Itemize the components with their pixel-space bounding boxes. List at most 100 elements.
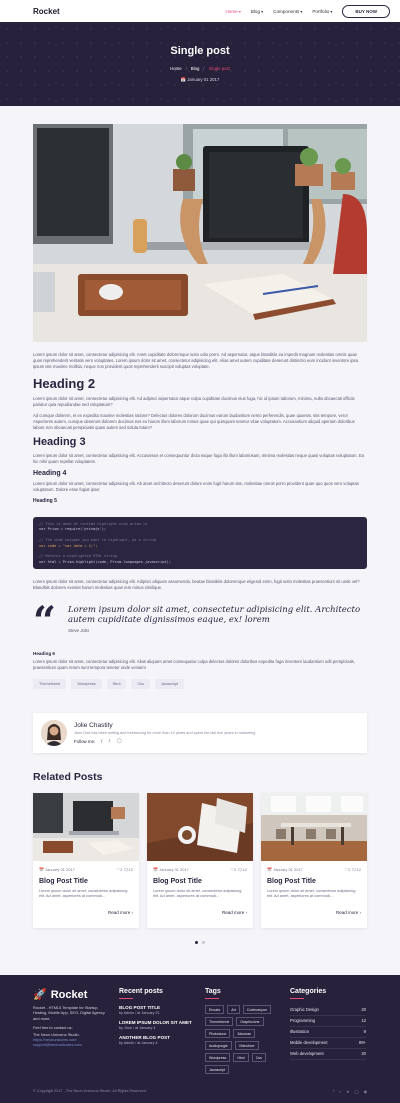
menu-components[interactable]: Components	[273, 9, 302, 14]
menu-portfolio[interactable]: Portfolio	[312, 9, 332, 14]
footer-tag[interactable]: Css	[251, 1053, 266, 1062]
footer-tag[interactable]: Audiojungle	[205, 1041, 232, 1050]
heading-6: Heading 6	[33, 651, 55, 656]
card-date: 📅 January 01 2017	[267, 867, 303, 872]
post-thumbnail[interactable]	[261, 793, 367, 861]
footer-tag[interactable]: Html	[233, 1053, 249, 1062]
footer-website-link[interactable]: https://neonunicorns.com	[33, 1037, 76, 1042]
recent-post-meta: by Admin / at January 21	[119, 1011, 160, 1015]
blockquote: “ Lorem ipsum dolor sit amet, consectetu…	[33, 602, 367, 642]
carousel-dot[interactable]	[202, 941, 205, 944]
heading-3: Heading 3	[33, 436, 86, 448]
category-item[interactable]: Graphic Design 20	[290, 1005, 366, 1016]
twitter-icon[interactable]: 𝕣	[339, 1089, 341, 1094]
read-more-link[interactable]: Read more ›	[147, 906, 253, 915]
paragraph: Lorem ipsum dolor sit amet, consectetur …	[33, 659, 355, 670]
read-more-link[interactable]: Read more ›	[33, 906, 139, 915]
recent-post[interactable]: BLOG POST TITLE by Admin / at January 21	[119, 1005, 192, 1015]
footer-bottom-bar: © Copyright 2017 - The Neon Unicorns Stu…	[33, 1089, 367, 1094]
comment-count: 12	[128, 867, 133, 872]
related-post-card[interactable]: 📅 January 01 2017 ♡2 🗨12 Blog Post Title …	[147, 793, 253, 928]
buy-now-button[interactable]: BUY NOW	[342, 4, 390, 18]
footer-tag[interactable]: Themeforest	[205, 1017, 234, 1026]
category-item[interactable]: Programming 12	[290, 1016, 366, 1027]
category-item[interactable]: Mobile development 99+	[290, 1038, 366, 1049]
recent-post-title: LOREM IPSUM DOLOR SIT AMET	[119, 1020, 192, 1025]
comment-count: 12	[242, 867, 247, 872]
calendar-icon: 📅	[39, 867, 44, 872]
footer-tag[interactable]: Javascript	[205, 1065, 230, 1074]
calendar-icon: 📅	[267, 867, 272, 872]
heading-4: Heading 4	[33, 470, 67, 477]
footer-tag[interactable]: 3docean	[233, 1029, 256, 1038]
chevron-right-icon: ›	[131, 910, 134, 915]
card-stats: ♡2 🗨12	[117, 867, 133, 872]
read-more-link[interactable]: Read more ›	[261, 906, 367, 915]
dribbble-icon[interactable]: ◉	[364, 1089, 367, 1094]
carousel-dot[interactable]	[195, 941, 198, 944]
category-name: Graphic Design	[290, 1007, 319, 1012]
footer-tag[interactable]: Videohive	[234, 1041, 259, 1050]
instagram-icon[interactable]: ◯	[117, 738, 122, 744]
footer-tag[interactable]: Art	[227, 1005, 240, 1014]
instagram-icon[interactable]: ◯	[354, 1089, 358, 1094]
footer-tag[interactable]: Envato	[205, 1005, 225, 1014]
read-more-text: Read more	[335, 910, 359, 915]
category-item[interactable]: Illustration 9	[290, 1027, 366, 1038]
recent-post-title: BLOG POST TITLE	[119, 1005, 161, 1010]
brand-logo[interactable]: Rocket	[33, 7, 60, 16]
card-title[interactable]: Blog Post Title	[261, 872, 367, 888]
recent-post[interactable]: LOREM IPSUM DOLOR SIT AMET by Jhon / at J…	[119, 1020, 192, 1030]
post-tags: Themeforest Wordpress Html Css Javascrip…	[33, 679, 367, 689]
recent-posts-heading: Recent posts	[119, 988, 163, 995]
paragraph: Ad cumque dolorem, et ex expedita maxime…	[33, 413, 355, 430]
quote-author: Steve Jobs	[68, 628, 90, 633]
category-item[interactable]: Web development 20	[290, 1049, 366, 1060]
footer-tag[interactable]: Graphicriver	[236, 1017, 264, 1026]
menu-blog[interactable]: Blog	[251, 9, 263, 14]
category-name: Mobile development	[290, 1040, 328, 1045]
page-title: Single post	[170, 45, 230, 57]
card-title[interactable]: Blog Post Title	[147, 872, 253, 888]
tag-themeforest[interactable]: Themeforest	[33, 679, 67, 689]
facebook-icon[interactable]: f	[333, 1089, 334, 1094]
footer-categories: Categories Graphic Design 20 Programming 1…	[290, 988, 366, 1060]
tag-css[interactable]: Css	[131, 679, 150, 689]
footer-email-link[interactable]: support@neonunicorns.com	[33, 1042, 82, 1047]
tag-javascript[interactable]: Javascript	[154, 679, 185, 689]
top-navbar: Rocket Home Blog Components Portfolio BU…	[0, 0, 400, 22]
related-post-card[interactable]: 📅 January 01 2017 ♡2 🗨12 Blog Post Title …	[261, 793, 367, 928]
footer-logo[interactable]: 🚀 Rocket	[33, 988, 109, 1002]
post-thumbnail[interactable]	[147, 793, 253, 861]
tag-wordpress[interactable]: Wordpress	[71, 679, 102, 689]
featured-image	[33, 124, 367, 342]
author-name[interactable]: Jolie Chastity	[74, 722, 255, 729]
facebook-icon[interactable]: f	[101, 739, 102, 744]
follow-label: Follow me:	[74, 738, 96, 744]
card-stats: ♡2 🗨12	[345, 867, 361, 872]
code-block: // This is done at runtime highlight wra…	[33, 517, 367, 569]
footer-tag[interactable]: Wordpress	[205, 1053, 231, 1062]
telegram-icon[interactable]: ➤	[346, 1089, 349, 1094]
category-count: 20	[361, 1051, 366, 1056]
chevron-right-icon: ›	[359, 910, 362, 915]
recent-post-meta: by Jhon / at January 4	[119, 1026, 156, 1030]
card-date: 📅 January 01 2017	[153, 867, 189, 872]
card-title[interactable]: Blog Post Title	[33, 872, 139, 888]
breadcrumb-home[interactable]: Home	[170, 66, 181, 71]
related-post-card[interactable]: 📅 January 01 2017 ♡2 🗨12 Blog Post Title …	[33, 793, 139, 928]
quote-text: Lorem ipsum dolor sit amet, consectetur …	[68, 605, 361, 625]
menu-home[interactable]: Home	[225, 9, 240, 14]
avatar	[41, 720, 67, 746]
recent-post[interactable]: ANOTHER BLOG POST by Admin / at January 4	[119, 1035, 192, 1045]
code-line: var html = Prism.highlight(code, Prism.l…	[39, 559, 171, 564]
card-excerpt: Lorem ipsum dolor sit amet, consectetur …	[267, 888, 356, 899]
tag-html[interactable]: Html	[106, 679, 127, 689]
twitter-icon[interactable]: 𝕣	[108, 738, 110, 744]
footer-tag[interactable]: Photodune	[205, 1029, 231, 1038]
category-count: 20	[361, 1007, 366, 1012]
like-count: 2	[120, 867, 123, 872]
footer-tag[interactable]: Codecanyon	[242, 1005, 271, 1014]
breadcrumb-blog[interactable]: Blog	[191, 66, 200, 71]
post-thumbnail[interactable]	[33, 793, 139, 861]
